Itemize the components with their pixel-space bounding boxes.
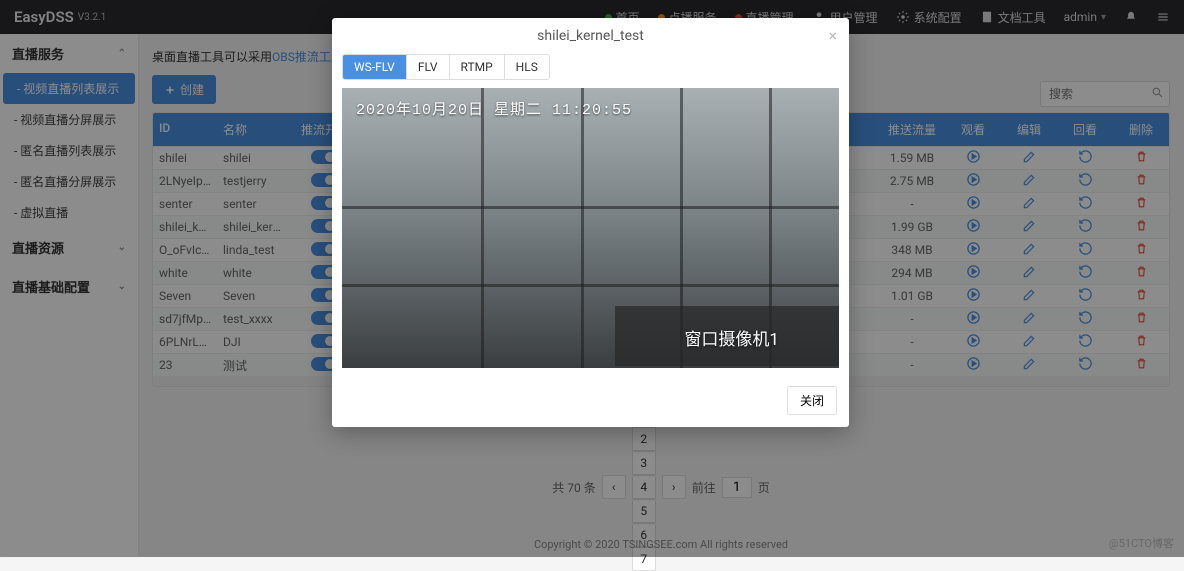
tab-rtmp[interactable]: RTMP [450,55,505,79]
close-icon[interactable]: × [828,26,837,45]
video-timestamp: 2020年10月20日 星期二 11:20:55 [356,98,632,119]
protocol-tabs: WS-FLV FLV RTMP HLS [342,54,550,80]
camera-label: 窗口摄像机1 [684,325,779,350]
tab-flv[interactable]: FLV [407,55,450,79]
close-button[interactable]: 关闭 [787,386,837,415]
tab-hls[interactable]: HLS [505,55,549,79]
tab-wsflv[interactable]: WS-FLV [343,55,407,79]
modal-title: shilei_kernel_test [537,28,644,44]
video-modal: shilei_kernel_test × WS-FLV FLV RTMP HLS… [332,18,849,427]
video-player[interactable]: 2020年10月20日 星期二 11:20:55 窗口摄像机1 [342,88,839,368]
